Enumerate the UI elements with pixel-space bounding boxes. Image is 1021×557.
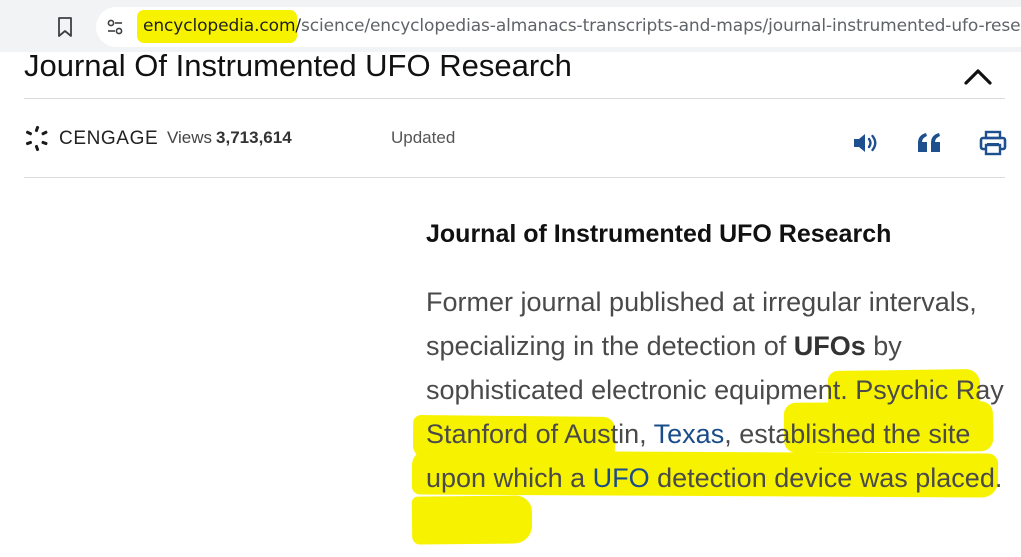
page-title: Journal Of Instrumented UFO Research (24, 48, 572, 83)
publisher-logo[interactable]: CENGAGE (23, 124, 158, 154)
entry-paragraph: Former journal published at irregular in… (426, 280, 1006, 500)
chevron-up-icon[interactable] (960, 64, 996, 88)
site-info-icon[interactable] (106, 18, 124, 36)
entry-bold-term: UFOs (793, 331, 866, 361)
publisher-name: CENGAGE (59, 128, 159, 149)
printer-icon[interactable] (979, 130, 1007, 156)
updated-label: Updated (391, 128, 456, 147)
views-count: 3,713,614 (216, 128, 292, 147)
cengage-logo-icon (25, 125, 48, 152)
link-texas[interactable]: Texas (654, 419, 725, 449)
speaker-icon[interactable] (852, 130, 880, 156)
views-label: Views (167, 128, 213, 147)
url-text[interactable]: encyclopedia.com/science/encyclopedias-a… (143, 16, 1021, 36)
highlight-mark (411, 495, 533, 545)
link-ufo[interactable]: UFO (593, 463, 650, 493)
quote-icon[interactable] (916, 130, 944, 156)
url-path: science/encyclopedias-almanacs-transcrip… (301, 16, 1021, 36)
entry-heading: Journal of Instrumented UFO Research (426, 220, 892, 248)
entry-text-segment: detection device was placed. (649, 463, 1003, 493)
meta-divider (24, 177, 1005, 178)
header-divider (24, 98, 1005, 99)
browser-toolbar: encyclopedia.com/science/encyclopedias-a… (0, 0, 1021, 52)
views-counter: Views 3,713,614 (167, 128, 292, 148)
url-domain: encyclopedia.com/ (143, 16, 302, 36)
bookmark-icon[interactable] (56, 16, 74, 38)
